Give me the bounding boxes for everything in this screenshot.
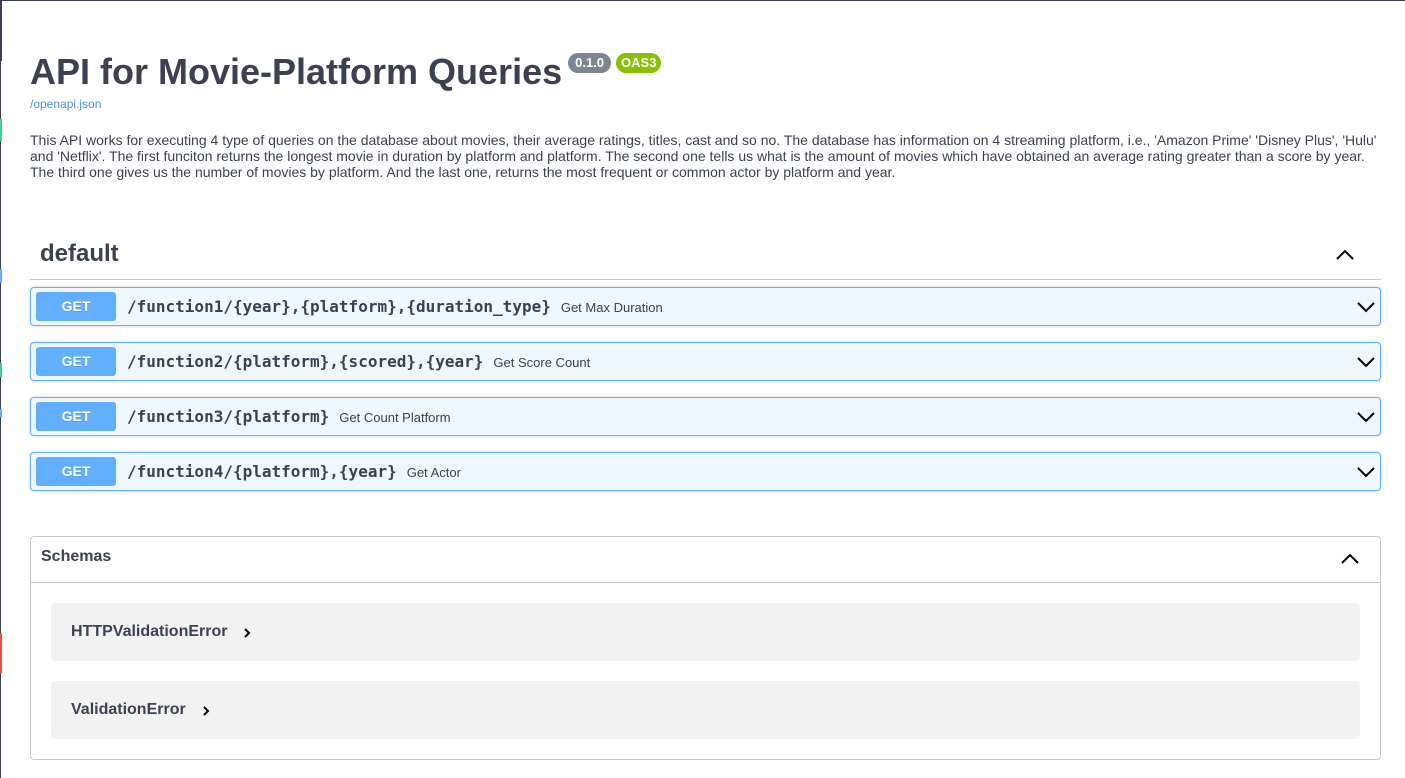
model-http-validation-error[interactable]: HTTPValidationError (51, 603, 1360, 661)
method-badge: GET (36, 347, 116, 376)
operation-path: /function4/{platform},{year} (127, 462, 397, 481)
operation-path-row: /function4/{platform},{year} Get Actor (127, 462, 461, 481)
version-badge: 0.1.0 (568, 53, 612, 73)
tag-section-header[interactable]: default (30, 229, 1381, 280)
operation-summary: Get Max Duration (560, 300, 663, 315)
method-badge: GET (36, 402, 116, 431)
operation-path: /function2/{platform},{scored},{year} (127, 352, 484, 371)
openapi-json-link[interactable]: /openapi.json (30, 97, 101, 111)
model-name: ValidationError (71, 701, 186, 718)
page-title: API for Movie-Platform Queries (30, 51, 563, 92)
operation-path-row: /function3/{platform} Get Count Platform (127, 407, 451, 426)
operation-get-function3[interactable]: GET/function3/{platform} Get Count Platfo… (30, 397, 1381, 436)
api-description: This API works for executing 4 type of q… (30, 132, 1377, 180)
chevron-right-icon[interactable] (241, 626, 253, 638)
left-edge-marks (0, 1, 2, 778)
chevron-down-icon[interactable] (1356, 462, 1376, 482)
chevron-right-icon[interactable] (200, 704, 212, 716)
chevron-up-icon[interactable] (1340, 549, 1360, 569)
schemas-section: Schemas HTTPValidationError ValidationEr… (30, 536, 1381, 760)
schemas-title: Schemas (41, 548, 112, 565)
method-badge: GET (36, 292, 116, 321)
operation-summary: Get Actor (406, 465, 461, 480)
schemas-header[interactable]: Schemas (31, 537, 1380, 583)
chevron-up-icon[interactable] (1335, 245, 1355, 265)
chevron-down-icon[interactable] (1356, 297, 1376, 317)
operation-path: /function1/{year},{platform},{duration_t… (127, 297, 551, 316)
title-row: API for Movie-Platform Queries 0.1.0 OAS… (30, 49, 662, 95)
swagger-ui-page: API for Movie-Platform Queries 0.1.0 OAS… (0, 0, 1405, 778)
chevron-down-icon[interactable] (1356, 407, 1376, 427)
method-badge: GET (36, 457, 116, 486)
operation-summary: Get Score Count (493, 355, 591, 370)
model-name: HTTPValidationError (71, 623, 228, 640)
operation-get-function2[interactable]: GET/function2/{platform},{scored},{year}… (30, 342, 1381, 381)
operation-path-row: /function1/{year},{platform},{duration_t… (127, 297, 663, 316)
operation-get-function4[interactable]: GET/function4/{platform},{year} Get Actor (30, 452, 1381, 491)
chevron-down-icon[interactable] (1356, 352, 1376, 372)
operation-path: /function3/{platform} (127, 407, 330, 426)
operation-path-row: /function2/{platform},{scored},{year} Get… (127, 352, 590, 371)
operation-summary: Get Count Platform (339, 410, 451, 425)
oas-badge: OAS3 (616, 53, 662, 73)
operation-get-function1[interactable]: GET/function1/{year},{platform},{duratio… (30, 287, 1381, 326)
model-validation-error[interactable]: ValidationError (51, 681, 1360, 739)
tag-name: default (40, 240, 119, 267)
